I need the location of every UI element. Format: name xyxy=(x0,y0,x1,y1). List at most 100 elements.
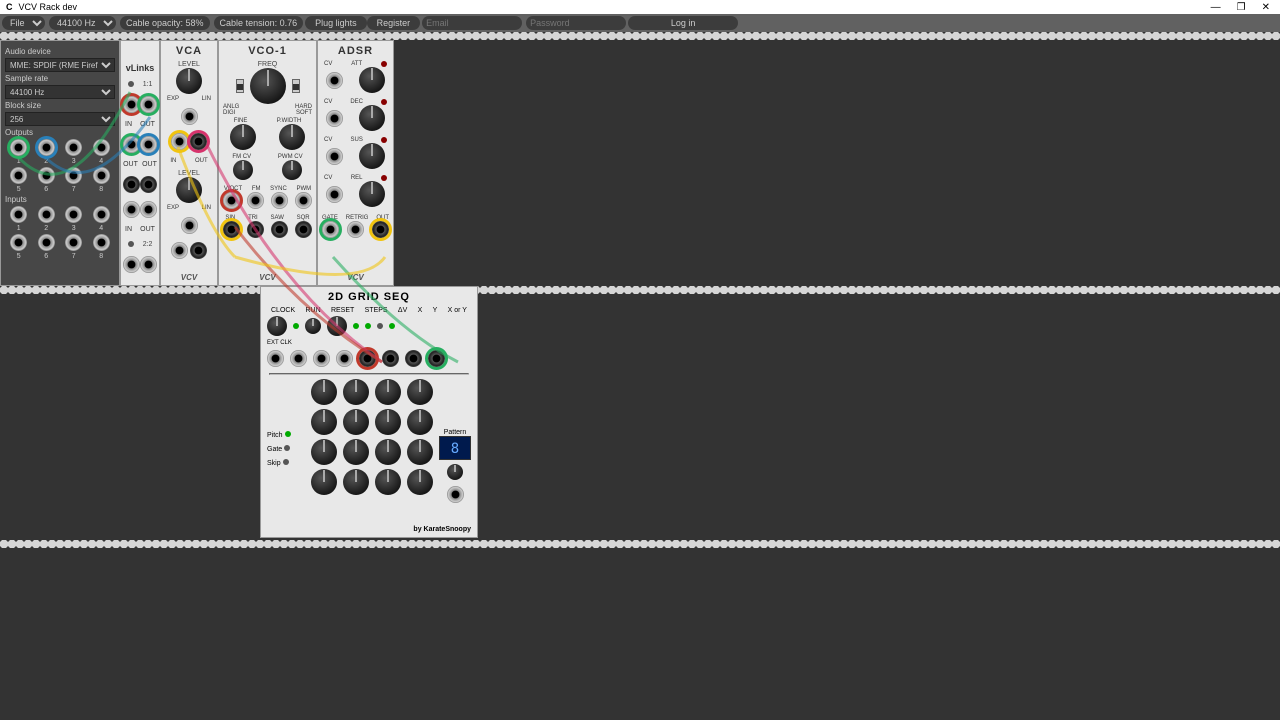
gridseq-pattern-knob[interactable] xyxy=(447,464,463,480)
file-menu[interactable]: File xyxy=(2,16,45,30)
adsr-retrig-jack[interactable] xyxy=(347,221,364,238)
vlinks-jack-out1[interactable] xyxy=(140,96,157,113)
password-field[interactable] xyxy=(526,16,626,30)
gridseq-steps-knob[interactable] xyxy=(327,316,347,336)
sample-rate-select[interactable]: 44100 Hz xyxy=(5,85,115,99)
cable-opacity-slider[interactable]: Cable opacity: 58% xyxy=(120,16,210,30)
input-jack-5[interactable] xyxy=(10,234,27,251)
adsr-module[interactable]: ADSR CVATT CVDEC CVSUS CVREL GATERETRIGO… xyxy=(317,40,394,286)
gridseq-y-jack[interactable] xyxy=(405,350,422,367)
vco-anlg-switch[interactable] xyxy=(236,79,244,93)
vco-sqr-jack[interactable] xyxy=(295,221,312,238)
gridseq-reset-jack[interactable] xyxy=(313,350,330,367)
adsr-dec-cv[interactable] xyxy=(326,110,343,127)
input-jack-1[interactable] xyxy=(10,206,27,223)
vco-sync-jack[interactable] xyxy=(271,192,288,209)
output-jack-5[interactable] xyxy=(10,167,27,184)
close-button[interactable]: ✕ xyxy=(1262,2,1270,13)
vlinks-jack-out6[interactable] xyxy=(140,201,157,218)
email-field[interactable] xyxy=(422,16,522,30)
grid-knob[interactable] xyxy=(407,439,433,465)
vlinks-jack-out4[interactable] xyxy=(123,176,140,193)
gridseq-run-led[interactable] xyxy=(293,323,299,329)
cable-tension-slider[interactable]: Cable tension: 0.76 xyxy=(214,16,304,30)
vco-sin-jack[interactable] xyxy=(223,221,240,238)
gridseq-reset-knob[interactable] xyxy=(305,318,321,334)
grid-knob[interactable] xyxy=(311,469,337,495)
vlinks-module[interactable]: vLinks 1:1 INOUT OUTOUT INOUT 2:2 xyxy=(120,40,160,286)
output-jack-6[interactable] xyxy=(38,167,55,184)
grid-knob[interactable] xyxy=(375,379,401,405)
output-jack-8[interactable] xyxy=(93,167,110,184)
gridseq-steps-jack[interactable] xyxy=(336,350,353,367)
minimize-button[interactable]: — xyxy=(1211,2,1221,13)
adsr-sus-cv[interactable] xyxy=(326,148,343,165)
gridseq-xory-jack[interactable] xyxy=(428,350,445,367)
grid-knob[interactable] xyxy=(343,439,369,465)
vco-fmcv-knob[interactable] xyxy=(233,160,253,180)
adsr-att-cv[interactable] xyxy=(326,72,343,89)
output-jack-7[interactable] xyxy=(65,167,82,184)
vco-fine-knob[interactable] xyxy=(230,124,256,150)
adsr-out-jack[interactable] xyxy=(372,221,389,238)
output-jack-2[interactable] xyxy=(38,139,55,156)
grid-knob[interactable] xyxy=(407,469,433,495)
vca-level-knob-2[interactable] xyxy=(176,177,202,203)
input-jack-4[interactable] xyxy=(93,206,110,223)
vco-tri-jack[interactable] xyxy=(247,221,264,238)
gridseq-pattern-jack[interactable] xyxy=(447,486,464,503)
grid-knob[interactable] xyxy=(375,409,401,435)
grid-knob[interactable] xyxy=(375,469,401,495)
vco-voct-jack[interactable] xyxy=(223,192,240,209)
output-jack-4[interactable] xyxy=(93,139,110,156)
vca-out-jack-2[interactable] xyxy=(190,242,207,259)
grid-knob[interactable] xyxy=(407,379,433,405)
gridseq-clock-knob[interactable] xyxy=(267,316,287,336)
vca-out-jack-1[interactable] xyxy=(190,133,207,150)
maximize-button[interactable]: ❐ xyxy=(1237,2,1246,13)
vca-in-jack-2[interactable] xyxy=(171,242,188,259)
vlinks-jack-out5[interactable] xyxy=(140,176,157,193)
vlinks-jack-7[interactable] xyxy=(123,256,140,273)
input-jack-8[interactable] xyxy=(93,234,110,251)
login-button[interactable]: Log in xyxy=(628,16,738,30)
gridseq-x-jack[interactable] xyxy=(382,350,399,367)
vco-fm-jack[interactable] xyxy=(247,192,264,209)
input-jack-6[interactable] xyxy=(38,234,55,251)
audio-interface-module[interactable]: Audio device MME: SPDIF (RME Firef... Sa… xyxy=(0,40,120,286)
output-jack-3[interactable] xyxy=(65,139,82,156)
vco-saw-jack[interactable] xyxy=(271,221,288,238)
audio-device-select[interactable]: MME: SPDIF (RME Firef... xyxy=(5,58,115,72)
adsr-sus-knob[interactable] xyxy=(359,143,385,169)
grid-seq-module[interactable]: 2D GRID SEQ CLOCKRUNRESETSTEPSΔVXYX or Y… xyxy=(260,286,478,538)
toolbar-samplerate[interactable]: 44100 Hz xyxy=(49,16,116,30)
block-size-select[interactable]: 256 xyxy=(5,112,115,126)
vlinks-jack-8[interactable] xyxy=(140,256,157,273)
input-jack-7[interactable] xyxy=(65,234,82,251)
adsr-att-knob[interactable] xyxy=(359,67,385,93)
input-jack-3[interactable] xyxy=(65,206,82,223)
input-jack-2[interactable] xyxy=(38,206,55,223)
vco-module[interactable]: VCO-1 FREQ ANLGHARD DIGISOFT FINEP.WIDTH… xyxy=(218,40,317,286)
gridseq-cv-jack[interactable] xyxy=(359,350,376,367)
adsr-rel-knob[interactable] xyxy=(359,181,385,207)
vlinks-jack-out3[interactable] xyxy=(140,136,157,153)
gridseq-extclk-jack[interactable] xyxy=(267,350,284,367)
grid-knob[interactable] xyxy=(375,439,401,465)
vco-pwidth-knob[interactable] xyxy=(279,124,305,150)
grid-knob[interactable] xyxy=(407,409,433,435)
vca-cv-jack-2[interactable] xyxy=(181,217,198,234)
plug-lights-button[interactable]: Plug lights xyxy=(305,16,367,30)
register-button[interactable]: Register xyxy=(367,16,421,30)
adsr-dec-knob[interactable] xyxy=(359,105,385,131)
adsr-gate-jack[interactable] xyxy=(322,221,339,238)
vco-hard-switch[interactable] xyxy=(292,79,300,93)
vca-in-jack-1[interactable] xyxy=(171,133,188,150)
grid-knob[interactable] xyxy=(343,379,369,405)
grid-knob[interactable] xyxy=(311,409,337,435)
gridseq-run-jack[interactable] xyxy=(290,350,307,367)
output-jack-1[interactable] xyxy=(10,139,27,156)
vca-level-knob-1[interactable] xyxy=(176,68,202,94)
vco-pwmcv-knob[interactable] xyxy=(282,160,302,180)
vlinks-jack-in2[interactable] xyxy=(123,201,140,218)
